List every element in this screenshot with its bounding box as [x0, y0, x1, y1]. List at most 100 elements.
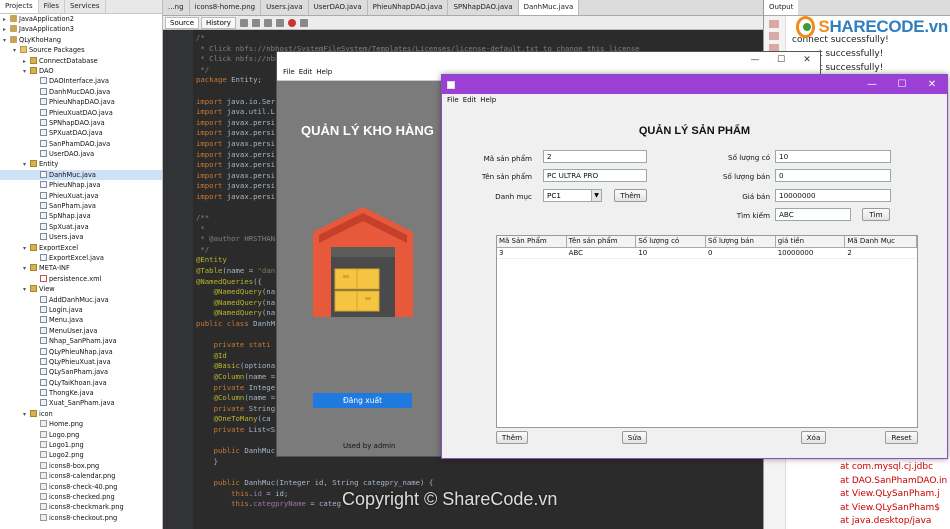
maximize-icon[interactable]: ☐ — [887, 79, 917, 90]
tree-item[interactable]: QLySanPham.java — [0, 367, 162, 377]
tree-item[interactable]: SPNhapDAO.java — [0, 118, 162, 128]
editor-tab[interactable]: icons8-home.png — [190, 0, 262, 15]
tree-item[interactable]: Logo.png — [0, 430, 162, 440]
history-button[interactable]: History — [201, 16, 236, 29]
tree-item[interactable]: ExportExcel.java — [0, 253, 162, 263]
editor-tab[interactable]: DanhMuc.java — [518, 0, 580, 15]
tree-item[interactable]: Login.java — [0, 305, 162, 315]
tree-item[interactable]: SpNhap.java — [0, 211, 162, 221]
table-header-cell[interactable]: Mã Danh Mục — [845, 236, 918, 247]
menu-edit[interactable]: Edit — [299, 68, 313, 80]
tree-item[interactable]: Logo1.png — [0, 440, 162, 450]
tab-services[interactable]: Services — [65, 0, 106, 13]
search-icon[interactable] — [263, 18, 272, 27]
tree-item[interactable]: icons8-checkout.png — [0, 513, 162, 523]
editor-tab[interactable]: SPNhapDAO.java — [448, 0, 519, 15]
chevron-down-icon[interactable]: ▼ — [591, 190, 601, 201]
search-button[interactable]: Tìm — [862, 208, 890, 221]
tree-item[interactable]: PhieuNhap.java — [0, 180, 162, 190]
tree-item[interactable]: ▾ Entity — [0, 159, 162, 169]
tree-item[interactable]: Menu.java — [0, 315, 162, 325]
tree-item[interactable]: icons8-checked.png — [0, 492, 162, 502]
close-icon[interactable]: ✕ — [917, 79, 947, 90]
tree-item[interactable]: SanPhamDAO.java — [0, 139, 162, 149]
search-input[interactable]: ABC — [775, 208, 851, 221]
minimize-icon[interactable]: — — [742, 55, 768, 65]
table-row[interactable]: 3 ABC 10 0 10000000 2 — [497, 248, 917, 259]
tree-item[interactable]: Home.png — [0, 419, 162, 429]
rerun-icon[interactable] — [769, 20, 779, 28]
tree-item[interactable]: ▸ ConnectDatabase — [0, 56, 162, 66]
tab-output[interactable]: Output — [764, 0, 799, 15]
tree-item[interactable]: ▾ ExportExcel — [0, 243, 162, 253]
tree-item[interactable]: PhieuNhapDAO.java — [0, 97, 162, 107]
product-table[interactable]: Mã Sản Phẩm Tên sản phẩm Số lượng có Số lượ… — [496, 235, 918, 428]
back-icon[interactable] — [239, 18, 248, 27]
sold-qty-input[interactable]: 0 — [775, 169, 891, 182]
tree-item[interactable]: icons8-checkmark.png — [0, 502, 162, 512]
add-button[interactable]: Thêm — [496, 431, 528, 444]
tree-item[interactable]: Nhap_SanPham.java — [0, 336, 162, 346]
tree-item[interactable]: Users.java — [0, 232, 162, 242]
menu-file[interactable]: File — [283, 68, 295, 80]
product-code-input[interactable]: 2 — [543, 150, 647, 163]
menu-help[interactable]: Help — [480, 96, 496, 108]
tree-item[interactable]: QLyPhieuXuat.java — [0, 357, 162, 367]
tree-item[interactable]: QLyPhieuNhap.java — [0, 347, 162, 357]
tree-item[interactable]: MenuUser.java — [0, 326, 162, 336]
logout-button[interactable]: Đăng xuất — [313, 393, 412, 408]
minimize-icon[interactable]: — — [857, 79, 887, 90]
tree-item[interactable]: DAOInterface.java — [0, 76, 162, 86]
table-header-cell[interactable]: Số lượng có — [636, 236, 707, 247]
tree-item[interactable]: SPXuatDAO.java — [0, 128, 162, 138]
tree-item[interactable]: Logo2.png — [0, 450, 162, 460]
source-button[interactable]: Source — [165, 16, 200, 29]
editor-tab[interactable]: PhieuNhapDAO.java — [368, 0, 449, 15]
delete-button[interactable]: Xóa — [801, 431, 826, 444]
tree-item[interactable]: DanhMucDAO.java — [0, 87, 162, 97]
close-icon[interactable]: ✕ — [794, 55, 820, 65]
editor-tab[interactable]: ...ng — [163, 0, 190, 15]
stop-icon[interactable] — [769, 32, 779, 40]
tree-item[interactable]: ▾ DAO — [0, 66, 162, 76]
editor-tab[interactable]: UserDAO.java — [309, 0, 368, 15]
table-header-cell[interactable]: Tên sản phẩm — [567, 236, 637, 247]
tab-files[interactable]: Files — [39, 0, 65, 13]
tree-item[interactable]: ▾ QLyKhoHang — [0, 35, 162, 45]
tree-item[interactable]: ThongKe.java — [0, 388, 162, 398]
tree-item[interactable]: QLyTaiKhoan.java — [0, 378, 162, 388]
maximize-icon[interactable]: ☐ — [768, 55, 794, 65]
product-name-input[interactable]: PC ULTRA PRO — [543, 169, 647, 182]
forward-icon[interactable] — [251, 18, 260, 27]
toggle-bookmark-icon[interactable] — [275, 18, 284, 27]
price-input[interactable]: 10000000 — [775, 189, 891, 202]
tree-item[interactable]: persistence.xml — [0, 274, 162, 284]
tree-item[interactable]: Xuat_SanPham.java — [0, 398, 162, 408]
table-header-cell[interactable]: Mã Sản Phẩm — [497, 236, 567, 247]
tree-item[interactable]: PhieuXuat.java — [0, 191, 162, 201]
add-category-button[interactable]: Thêm — [614, 189, 647, 202]
edit-button[interactable]: Sửa — [622, 431, 647, 444]
editor-tab[interactable]: Users.java — [261, 0, 309, 15]
record-macro-icon[interactable] — [287, 18, 296, 27]
category-select[interactable]: PC1 ▼ — [543, 189, 602, 202]
tab-projects[interactable]: Projects — [0, 0, 39, 13]
tree-item[interactable]: ▾ View — [0, 284, 162, 294]
table-header-cell[interactable]: giá tiền — [776, 236, 846, 247]
tree-item[interactable]: ▾ META-INF — [0, 263, 162, 273]
tree-item[interactable]: DanhMuc.java — [0, 169, 162, 181]
tree-item[interactable]: icons8-check-40.png — [0, 482, 162, 492]
tree-item[interactable]: ▸ JavaApplication2 — [0, 14, 162, 24]
tree-item[interactable]: icons8-calendar.png — [0, 471, 162, 481]
tree-item[interactable]: SpXuat.java — [0, 222, 162, 232]
tree-item[interactable]: SanPham.java — [0, 201, 162, 211]
tree-item[interactable]: icons8-box.png — [0, 461, 162, 471]
reset-button[interactable]: Reset — [885, 431, 918, 444]
menu-edit[interactable]: Edit — [463, 96, 477, 108]
tree-item[interactable]: PhieuXuatDAO.java — [0, 108, 162, 118]
stop-icon[interactable] — [299, 18, 308, 27]
table-header-cell[interactable]: Số lượng bán — [706, 236, 776, 247]
tree-item[interactable]: ▾ icon — [0, 409, 162, 419]
menu-file[interactable]: File — [447, 96, 459, 108]
tree-item[interactable]: AddDanhMuc.java — [0, 295, 162, 305]
